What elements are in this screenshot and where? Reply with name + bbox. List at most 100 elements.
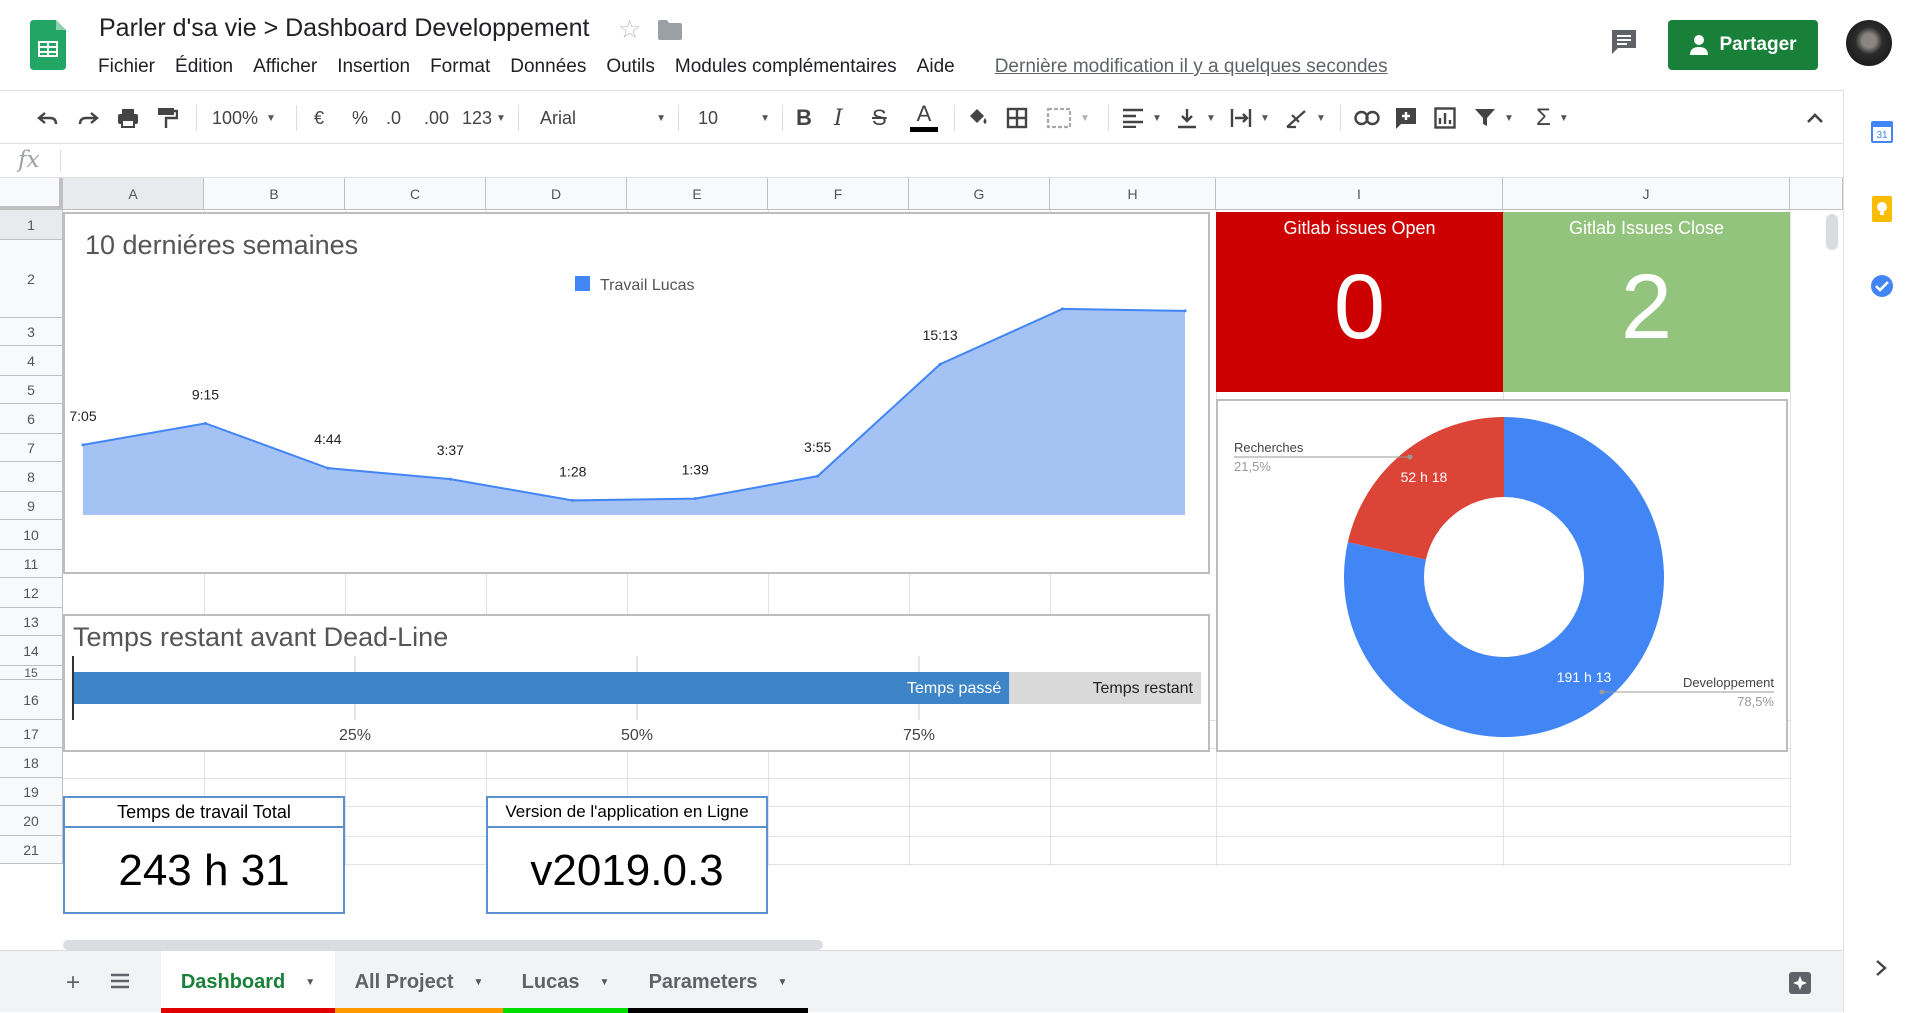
tab-dashboard[interactable]: Dashboard ▼ [161, 951, 335, 1013]
row-header-10[interactable]: 10 [0, 520, 63, 550]
column-header-a[interactable]: A [63, 178, 204, 210]
donut-chart[interactable]: 191 h 13 52 h 18 Developpement 78,5% Recherc… [1216, 399, 1788, 752]
keep-icon[interactable] [1872, 196, 1892, 227]
wrap-icon[interactable]: ▼ [1230, 91, 1270, 145]
bold-icon[interactable]: B [796, 91, 812, 145]
expand-panel-icon[interactable] [1874, 958, 1888, 983]
row-header-6[interactable]: 6 [0, 404, 63, 434]
column-header-b[interactable]: B [204, 178, 345, 210]
tab-lucas[interactable]: Lucas ▼ [503, 951, 628, 1013]
row-header-21[interactable]: 21 [0, 836, 63, 864]
comments-icon[interactable] [1610, 28, 1638, 56]
star-icon[interactable]: ☆ [618, 14, 641, 45]
column-header-e[interactable]: E [627, 178, 768, 210]
tab-all-project[interactable]: All Project ▼ [335, 951, 503, 1013]
menu-insertion[interactable]: Insertion [327, 54, 420, 82]
zoom-select[interactable]: 100% ▼ [212, 91, 276, 145]
collapse-icon[interactable] [1806, 91, 1824, 145]
menu-aide[interactable]: Aide [907, 54, 965, 82]
row-header-13[interactable]: 13 [0, 608, 63, 636]
document-title[interactable]: Parler d'sa vie > Dashboard Developpemen… [99, 14, 589, 43]
functions-icon[interactable]: Σ ▼ [1536, 91, 1569, 145]
italic-icon[interactable]: I [834, 91, 843, 145]
redo-icon[interactable] [76, 91, 100, 145]
share-button[interactable]: Partager [1668, 20, 1818, 70]
explore-icon[interactable] [1788, 971, 1812, 1000]
more-formats-select[interactable]: 123 ▼ [462, 91, 506, 145]
vertical-scrollbar[interactable] [1826, 214, 1838, 250]
tab-parameters[interactable]: Parameters ▼ [628, 951, 808, 1013]
filter-icon[interactable]: ▼ [1474, 91, 1514, 145]
print-icon[interactable] [116, 91, 140, 145]
menu-edition[interactable]: Édition [165, 54, 243, 82]
row-header-19[interactable]: 19 [0, 778, 63, 806]
column-header-i[interactable]: I [1216, 178, 1503, 210]
tab-menu-icon[interactable]: ▼ [474, 977, 484, 988]
formula-input[interactable] [72, 152, 1772, 172]
column-header-j[interactable]: J [1503, 178, 1790, 210]
row-header-7[interactable]: 7 [0, 434, 63, 462]
row-header-16[interactable]: 16 [0, 680, 63, 720]
all-sheets-icon[interactable] [110, 973, 130, 994]
row-header-5[interactable]: 5 [0, 376, 63, 404]
row-header-9[interactable]: 9 [0, 492, 63, 520]
row-header-12[interactable]: 12 [0, 578, 63, 608]
row-header-20[interactable]: 20 [0, 806, 63, 836]
paint-format-icon[interactable] [156, 91, 178, 145]
borders-icon[interactable] [1006, 91, 1028, 145]
tab-menu-icon[interactable]: ▼ [599, 977, 609, 988]
menu-format[interactable]: Format [420, 54, 500, 82]
percent-format-button[interactable]: % [352, 91, 368, 145]
last-edit-link[interactable]: Dernière modification il y a quelques se… [985, 54, 1398, 82]
currency-format-button[interactable]: € [314, 91, 324, 145]
row-header-17[interactable]: 17 [0, 720, 63, 748]
chart-icon[interactable] [1434, 91, 1456, 145]
row-header-2[interactable]: 2 [0, 240, 63, 318]
text-color-icon[interactable]: A [910, 91, 938, 145]
comment-add-icon[interactable] [1394, 91, 1418, 145]
column-header-f[interactable]: F [768, 178, 909, 210]
row-header-8[interactable]: 8 [0, 462, 63, 492]
select-all-corner[interactable] [0, 178, 63, 210]
deadline-bar-chart[interactable]: Temps restant avant Dead-Line 25% 50% 75% T… [63, 614, 1210, 752]
add-sheet-icon[interactable]: + [66, 969, 80, 997]
menu-outils[interactable]: Outils [596, 54, 665, 82]
row-header-18[interactable]: 18 [0, 748, 63, 778]
sheets-logo-icon[interactable] [30, 20, 66, 70]
row-header-15[interactable]: 15 [0, 666, 63, 680]
strikethrough-icon[interactable]: S [872, 91, 887, 145]
undo-icon[interactable] [36, 91, 60, 145]
increase-decimal-button[interactable]: .00 [424, 91, 449, 145]
menu-modules[interactable]: Modules complémentaires [665, 54, 907, 82]
tasks-icon[interactable] [1870, 274, 1894, 303]
horizontal-scrollbar[interactable] [63, 940, 823, 950]
font-select[interactable]: Arial ▼ [540, 91, 666, 145]
menu-fichier[interactable]: Fichier [88, 54, 165, 82]
valign-icon[interactable]: ▼ [1176, 91, 1216, 145]
area-point [938, 362, 942, 366]
merge-icon[interactable]: ▼ [1046, 91, 1090, 145]
menu-donnees[interactable]: Données [500, 54, 596, 82]
column-header-d[interactable]: D [486, 178, 627, 210]
area-chart[interactable]: 10 derniéres semaines Travail Lucas 7:05… [63, 212, 1210, 574]
tab-menu-icon[interactable]: ▼ [778, 977, 788, 988]
row-header-14[interactable]: 14 [0, 636, 63, 666]
font-size-select[interactable]: 10 ▼ [698, 91, 770, 145]
row-header-4[interactable]: 4 [0, 346, 63, 376]
column-header-h[interactable]: H [1050, 178, 1216, 210]
column-header-c[interactable]: C [345, 178, 486, 210]
column-header-g[interactable]: G [909, 178, 1050, 210]
row-header-1[interactable]: 1 [0, 210, 63, 240]
decrease-decimal-button[interactable]: .0 [386, 91, 401, 145]
folder-icon[interactable] [658, 20, 682, 40]
rotate-icon[interactable]: ▼ [1284, 91, 1326, 145]
tab-menu-icon[interactable]: ▼ [305, 977, 315, 988]
align-icon[interactable]: ▼ [1122, 91, 1162, 145]
menu-afficher[interactable]: Afficher [243, 54, 327, 82]
calendar-icon[interactable]: 31 [1870, 118, 1894, 149]
row-header-3[interactable]: 3 [0, 318, 63, 346]
link-icon[interactable] [1354, 91, 1380, 145]
row-header-11[interactable]: 11 [0, 550, 63, 578]
avatar[interactable] [1846, 20, 1892, 66]
fill-color-icon[interactable] [966, 91, 990, 145]
